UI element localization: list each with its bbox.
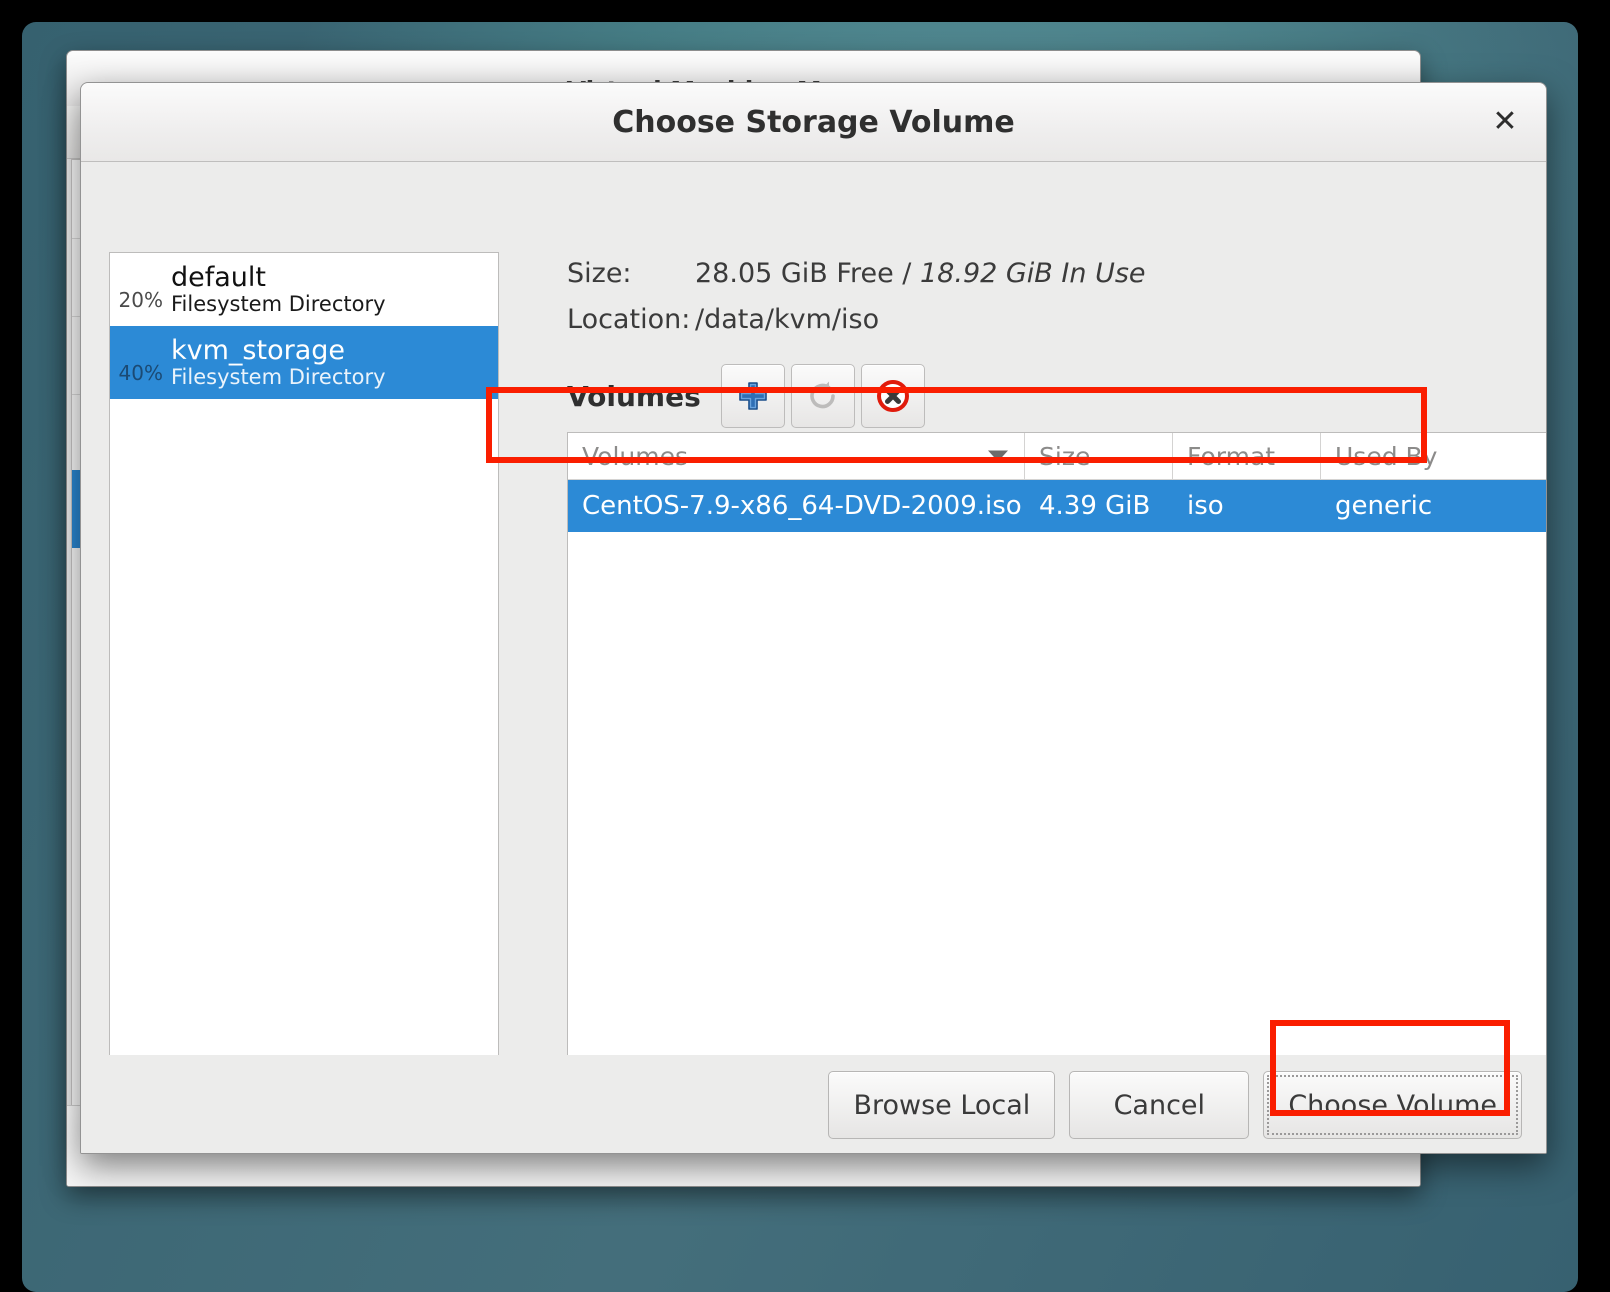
volumes-section-label: Volumes: [567, 379, 701, 413]
dialog-title: Choose Storage Volume: [612, 104, 1015, 140]
cell-volume-format: iso: [1187, 491, 1224, 521]
pool-type: Filesystem Directory: [171, 364, 386, 389]
location-label: Location:: [567, 303, 691, 335]
pool-type: Filesystem Directory: [171, 291, 386, 316]
screen: Virtual Machine Manager Choose Storage V…: [0, 0, 1610, 1292]
size-value: 28.05 GiB Free / 18.92 GiB In Use: [695, 258, 1146, 289]
choose-storage-volume-dialog: Choose Storage Volume ✕ 20% default File…: [80, 82, 1547, 1154]
choose-volume-button[interactable]: Choose Volume: [1263, 1071, 1522, 1139]
add-volume-button[interactable]: [720, 364, 785, 428]
refresh-icon: [809, 381, 835, 409]
close-icon[interactable]: ✕: [1486, 105, 1524, 139]
pool-name: default: [171, 261, 267, 293]
size-free-text: 28.05 GiB Free: [695, 257, 894, 289]
volumes-table-header: Volumes Size Format Used By: [568, 433, 1546, 480]
storage-pool-list[interactable]: 20% default Filesystem Directory 40% kvm…: [109, 252, 499, 1102]
pool-labels: kvm_storage Filesystem Directory: [171, 334, 386, 390]
table-row[interactable]: CentOS-7.9-x86_64-DVD-2009.iso 4.39 GiB …: [568, 480, 1546, 532]
refresh-volumes-button[interactable]: [790, 364, 855, 428]
size-inuse-text: 18.92 GiB In Use: [920, 257, 1146, 289]
pool-name: kvm_storage: [171, 334, 345, 366]
location-value: /data/kvm/iso: [695, 303, 880, 335]
size-label: Size:: [567, 257, 632, 289]
pool-usage-percent: 20%: [118, 288, 163, 312]
cell-volume-name: CentOS-7.9-x86_64-DVD-2009.iso: [582, 491, 1022, 521]
chevron-down-icon: [988, 450, 1008, 462]
column-header-label: Volumes: [582, 441, 689, 471]
column-header-used-by[interactable]: Used By: [1321, 433, 1546, 479]
cancel-button[interactable]: Cancel: [1069, 1071, 1250, 1139]
pool-labels: default Filesystem Directory: [171, 261, 386, 317]
volume-detail-pane: Size: 28.05 GiB Free / 18.92 GiB In Use …: [513, 162, 1546, 1153]
dialog-footer: Browse Local Cancel Choose Volume: [81, 1055, 1546, 1153]
column-header-size[interactable]: Size: [1025, 433, 1173, 479]
column-header-label: Size: [1039, 441, 1091, 471]
cell-volume-used-by: generic: [1335, 491, 1433, 521]
pool-list-item-default[interactable]: 20% default Filesystem Directory: [110, 253, 498, 326]
volumes-table[interactable]: Volumes Size Format Used By CentOS-7.9-x…: [567, 432, 1546, 1106]
browse-local-button[interactable]: Browse Local: [828, 1071, 1056, 1139]
dialog-titlebar: Choose Storage Volume ✕: [81, 83, 1546, 162]
delete-volume-button[interactable]: [860, 364, 925, 428]
column-header-volumes[interactable]: Volumes: [568, 433, 1025, 479]
desktop-background: Virtual Machine Manager Choose Storage V…: [22, 22, 1578, 1292]
location-info-row: Location: /data/kvm/iso: [567, 296, 1146, 342]
size-info-row: Size: 28.05 GiB Free / 18.92 GiB In Use: [567, 250, 1146, 296]
plus-icon: [738, 382, 767, 410]
cell-volume-size: 4.39 GiB: [1039, 491, 1151, 521]
pool-usage-percent: 40%: [118, 361, 163, 385]
delete-circle-icon: [876, 380, 909, 412]
dialog-action-buttons: Browse Local Cancel Choose Volume: [828, 1071, 1522, 1139]
volumes-toolbar: Volumes: [567, 364, 1146, 428]
column-header-label: Format: [1187, 441, 1276, 471]
column-header-label: Used By: [1335, 441, 1438, 471]
column-header-format[interactable]: Format: [1173, 433, 1321, 479]
pool-list-item-kvm-storage[interactable]: 40% kvm_storage Filesystem Directory: [110, 326, 498, 399]
dialog-content: 20% default Filesystem Directory 40% kvm…: [81, 162, 1546, 1153]
